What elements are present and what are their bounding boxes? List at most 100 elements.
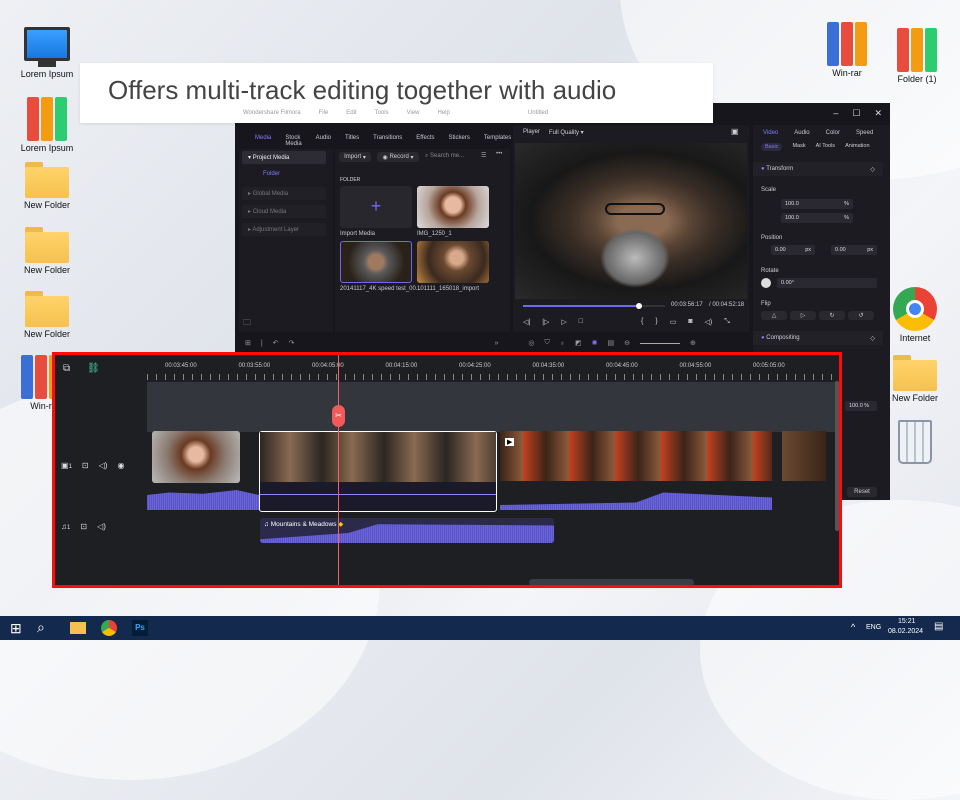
camera-icon[interactable]: ◙: [688, 318, 692, 326]
sidebar-item-adjustment-layer[interactable]: ▸ Adjustment Layer: [242, 223, 326, 236]
shield-icon[interactable]: ⛉: [544, 339, 549, 347]
tab-stickers[interactable]: Stickers: [449, 135, 470, 149]
volume-icon[interactable]: ◁): [705, 318, 713, 326]
subtab-ai-tools[interactable]: AI Tools: [816, 143, 835, 151]
sidebar-item-global-media[interactable]: ▸ Global Media: [242, 187, 326, 200]
scissors-icon[interactable]: ✂: [332, 405, 345, 427]
player-progress[interactable]: [523, 303, 665, 309]
photoshop-icon[interactable]: Ps: [132, 620, 148, 636]
rotate-dial[interactable]: [761, 278, 771, 288]
import-media-tile[interactable]: +: [340, 186, 412, 228]
clip-woman[interactable]: [152, 431, 240, 483]
menu-tools[interactable]: Tools: [375, 110, 389, 116]
clip-man-sunglasses-2[interactable]: [782, 431, 826, 481]
file-explorer-icon[interactable]: [70, 622, 86, 634]
expand-icon[interactable]: »: [494, 340, 498, 347]
link-icon[interactable]: ⛓: [87, 363, 100, 374]
tab-audio[interactable]: Audio: [316, 135, 331, 149]
flip-horizontal-button[interactable]: ▷: [790, 311, 816, 320]
add-track-icon[interactable]: ⧉: [63, 363, 70, 374]
snapshot-icon[interactable]: ▣: [731, 127, 739, 136]
tab-transitions[interactable]: Transitions: [373, 135, 402, 149]
scale-y-field[interactable]: 100.0%: [781, 213, 853, 223]
redo-icon[interactable]: ↷: [289, 339, 295, 347]
tab-speed[interactable]: Speed: [856, 130, 873, 136]
prev-frame-icon[interactable]: ◁|: [523, 318, 530, 326]
rotate-ccw-button[interactable]: ↺: [848, 311, 874, 320]
tab-audio-props[interactable]: Audio: [794, 130, 809, 136]
more-icon[interactable]: •••: [496, 151, 502, 157]
mic-icon[interactable]: ♁: [560, 340, 565, 347]
desktop-icon-new-folder-3[interactable]: New Folder: [12, 291, 82, 339]
desktop-icon-recycle-bin[interactable]: [880, 420, 950, 464]
play-icon[interactable]: ▷: [561, 318, 566, 326]
desktop-icon-new-folder-1[interactable]: New Folder: [12, 162, 82, 210]
render-icon[interactable]: ◎: [528, 339, 534, 347]
maximize-button[interactable]: ☐: [852, 108, 860, 119]
tab-color[interactable]: Color: [826, 130, 840, 136]
menu-file[interactable]: File: [319, 110, 329, 116]
vertical-scrollbar[interactable]: [835, 381, 839, 531]
subtab-mask[interactable]: Mask: [792, 143, 805, 151]
sidebar-item-folder[interactable]: Folder: [263, 171, 280, 177]
audio-clip[interactable]: ♫ Mountains & Meadows ◆: [260, 518, 554, 543]
tray-chevron-icon[interactable]: ^: [851, 622, 855, 632]
compositing-section[interactable]: ● Compositing ◇: [753, 331, 883, 345]
mute-icon[interactable]: ◁): [97, 522, 106, 531]
quality-select[interactable]: Full Quality ▾: [549, 129, 584, 136]
playhead[interactable]: [338, 355, 339, 585]
position-y-field[interactable]: 0.00 px: [831, 245, 877, 255]
mark-out-icon[interactable]: }: [655, 318, 657, 326]
sticker-icon[interactable]: ◩: [575, 339, 582, 347]
clock-date[interactable]: 08.02.2024: [888, 628, 923, 635]
ai-icon[interactable]: ✺: [592, 339, 598, 347]
new-folder-icon[interactable]: 🗀: [243, 317, 251, 331]
zoom-in-icon[interactable]: ⊕: [690, 339, 696, 347]
flip-vertical-button[interactable]: △: [761, 311, 787, 320]
zoom-slider[interactable]: [639, 342, 680, 344]
media-thumb-101111[interactable]: [417, 241, 489, 283]
desktop-icon-new-folder-right[interactable]: New Folder: [880, 355, 950, 403]
stop-icon[interactable]: □: [579, 318, 583, 326]
undo-icon[interactable]: ↶: [273, 339, 279, 347]
desktop-icon-folder-1[interactable]: Folder (1): [882, 28, 952, 84]
clock-time[interactable]: 15:21: [898, 618, 916, 625]
opacity-field[interactable]: 100.0 %: [845, 401, 877, 411]
chrome-taskbar-icon[interactable]: [101, 620, 117, 636]
rotate-field[interactable]: 0.00°: [777, 278, 877, 288]
desktop-icon-new-folder-2[interactable]: New Folder: [12, 227, 82, 275]
desktop-icon-winrar[interactable]: Win-rar: [812, 22, 882, 78]
close-button[interactable]: ✕: [874, 108, 882, 119]
minimize-button[interactable]: –: [833, 108, 838, 119]
eye-icon[interactable]: ◉: [117, 461, 124, 470]
sidebar-item-cloud-media[interactable]: ▸ Cloud Media: [242, 205, 326, 218]
subtitle-icon[interactable]: ▤: [607, 339, 614, 347]
zoom-out-icon[interactable]: ⊖: [624, 339, 630, 347]
mute-icon[interactable]: ◁): [99, 461, 108, 470]
language-indicator[interactable]: ENG: [866, 624, 881, 631]
rotate-cw-button[interactable]: ↻: [819, 311, 845, 320]
tab-media[interactable]: Media: [255, 135, 271, 149]
windows-start-icon[interactable]: ⊞: [10, 620, 22, 637]
lock-icon[interactable]: ⊡: [80, 522, 87, 531]
sidebar-item-project-media[interactable]: ▾ Project Media: [242, 151, 326, 164]
media-thumb-speed-test[interactable]: [340, 241, 412, 283]
desktop-icon-lorem-ipsum-1[interactable]: Lorem Ipsum: [12, 27, 82, 79]
clip-man-sunglasses[interactable]: ▶: [500, 431, 772, 481]
notifications-icon[interactable]: ▤: [934, 621, 943, 632]
menu-view[interactable]: View: [407, 110, 420, 116]
scale-x-field[interactable]: 100.0%: [781, 199, 853, 209]
time-ruler[interactable]: 00:03:45:00 00:03:55:00 00:04:05:00 00:04:1…: [147, 355, 839, 381]
subtab-basic[interactable]: Basic: [761, 143, 783, 151]
transform-section[interactable]: ● Transform ◇: [753, 162, 883, 176]
mark-in-icon[interactable]: {: [641, 318, 643, 326]
tab-stock-media[interactable]: Stock Media: [285, 135, 301, 149]
menu-edit[interactable]: Edit: [346, 110, 356, 116]
tab-video[interactable]: Video: [763, 130, 778, 136]
search-icon[interactable]: ⌕: [37, 619, 45, 636]
position-x-field[interactable]: 0.00 px: [771, 245, 815, 255]
fullscreen-icon[interactable]: ⤡: [724, 318, 730, 326]
desktop-icon-internet[interactable]: Internet: [880, 287, 950, 343]
search-input[interactable]: ⌕ Search me...: [425, 153, 464, 160]
tab-titles[interactable]: Titles: [345, 135, 359, 149]
